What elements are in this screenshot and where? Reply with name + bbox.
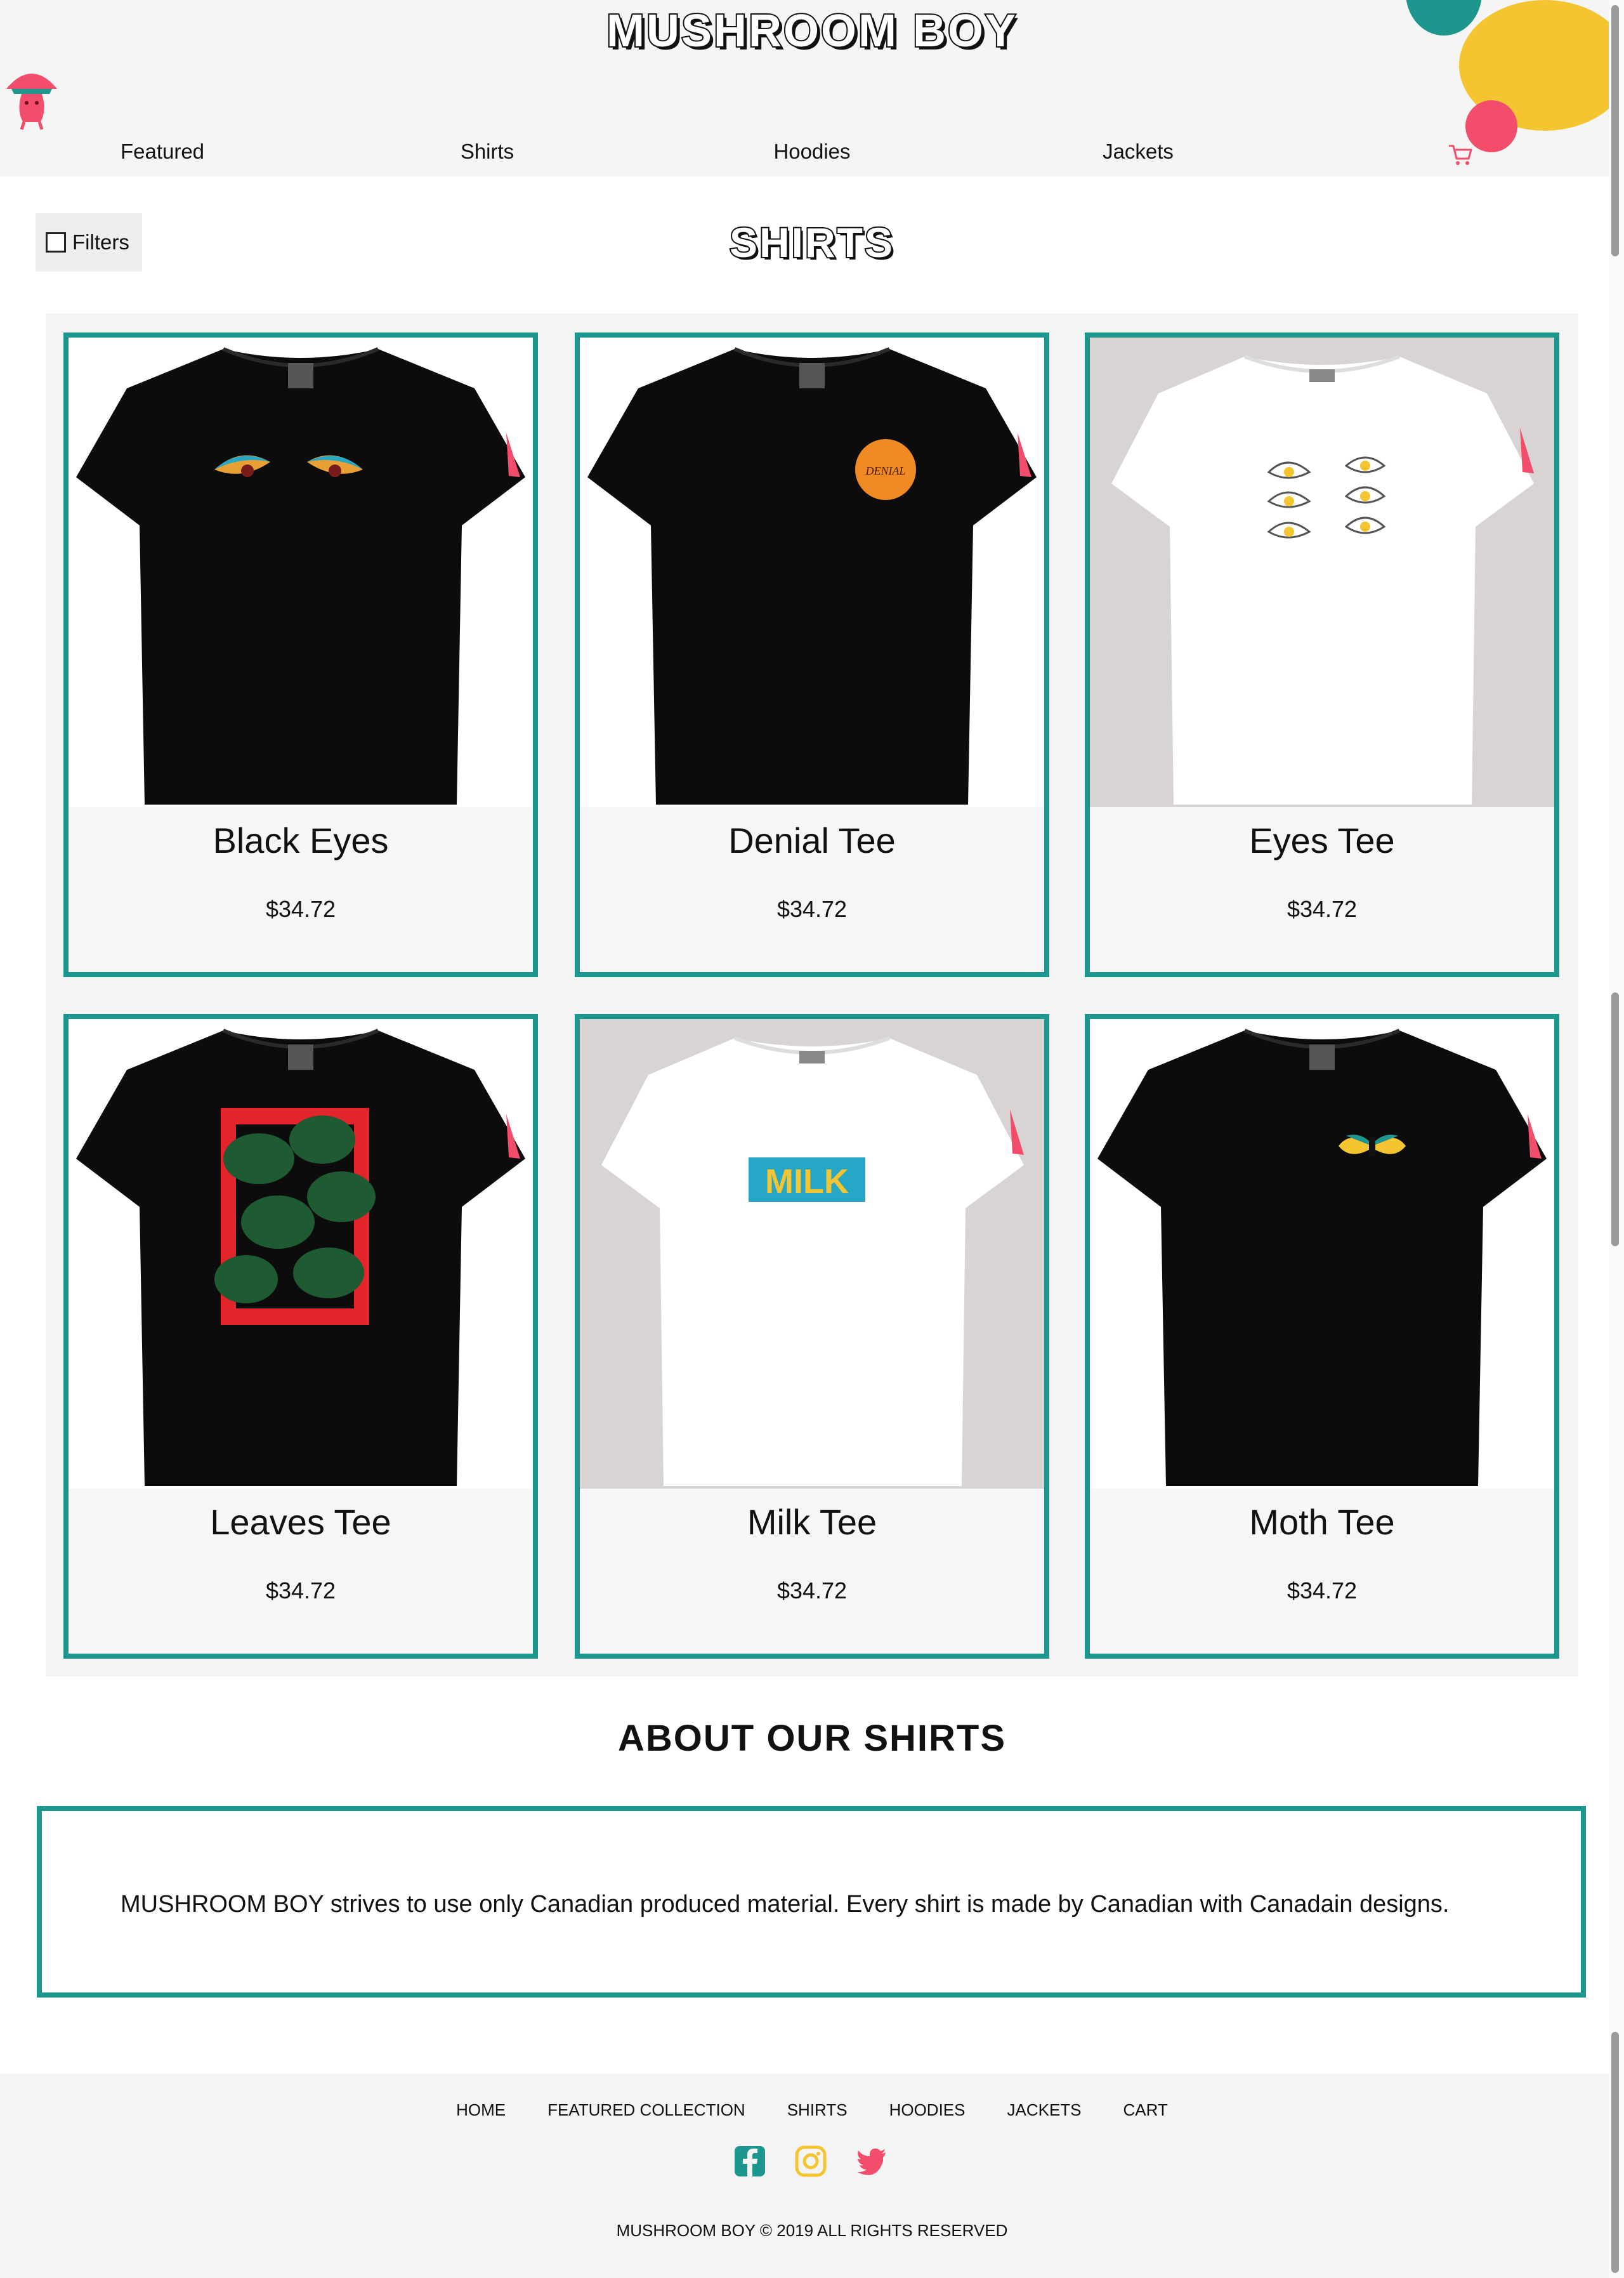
nav-shirts[interactable]: Shirts xyxy=(429,140,546,168)
scrollbar-thumb[interactable] xyxy=(1611,2032,1619,2273)
product-card[interactable]: Leaves Tee $34.72 xyxy=(63,1014,538,1659)
product-price: $34.72 xyxy=(776,1577,848,1603)
instagram-icon[interactable] xyxy=(794,2145,827,2178)
product-price: $34.72 xyxy=(265,896,336,922)
product-card[interactable]: Black Eyes $34.72 xyxy=(63,332,538,977)
tshirt-milk-image: MILK xyxy=(601,1036,1024,1486)
twitter-icon[interactable] xyxy=(855,2145,888,2178)
footer-link-shirts[interactable]: SHIRTS xyxy=(787,2100,848,2120)
about-text: MUSHROOM BOY strives to use only Canadia… xyxy=(121,1891,1450,1918)
about-panel: MUSHROOM BOY strives to use only Canadia… xyxy=(37,1806,1586,1998)
product-name[interactable]: Denial Tee xyxy=(580,820,1044,861)
product-price: $34.72 xyxy=(1287,1577,1358,1603)
milk-box-text: MILK xyxy=(765,1162,849,1201)
product-name[interactable]: Leaves Tee xyxy=(69,1501,533,1543)
copyright-text: MUSHROOM BOY © 2019 ALL RIGHTS RESERVED xyxy=(616,2221,1008,2240)
footer-link-home[interactable]: HOME xyxy=(456,2100,506,2120)
mushroom-logo-icon[interactable] xyxy=(3,61,61,131)
footer-link-jackets[interactable]: JACKETS xyxy=(1007,2100,1082,2120)
site-header: MUSHROOM BOY Featured Shirts Hoodies Jac… xyxy=(0,0,1624,176)
product-name[interactable]: Black Eyes xyxy=(69,820,533,861)
product-price: $34.72 xyxy=(776,896,848,922)
nav-hoodies[interactable]: Hoodies xyxy=(747,140,877,168)
page-title: SHIRTS xyxy=(728,218,895,267)
product-image[interactable] xyxy=(1090,1019,1554,1489)
nav-jackets[interactable]: Jackets xyxy=(1075,140,1202,168)
product-card[interactable]: Moth Tee $34.72 xyxy=(1085,1014,1559,1659)
product-image[interactable] xyxy=(69,1019,533,1489)
product-image[interactable]: MILK xyxy=(580,1019,1044,1489)
product-name[interactable]: Milk Tee xyxy=(580,1501,1044,1543)
scrollbar-thumb[interactable] xyxy=(1611,992,1619,1246)
scrollbar-thumb[interactable] xyxy=(1611,5,1619,256)
footer-link-hoodies[interactable]: HOODIES xyxy=(889,2100,966,2120)
tshirt-moth-image xyxy=(1097,1029,1547,1486)
footer-link-featured-collection[interactable]: FEATURED COLLECTION xyxy=(547,2100,745,2120)
tshirt-leaves-image xyxy=(76,1029,525,1486)
product-card[interactable]: DENIAL Denial Tee $34.72 xyxy=(575,332,1049,977)
product-image[interactable] xyxy=(69,338,533,807)
footer-nav: HOME FEATURED COLLECTION SHIRTS HOODIES … xyxy=(0,2100,1624,2120)
product-price: $34.72 xyxy=(265,1577,336,1603)
tshirt-eyes-image xyxy=(1111,355,1534,805)
product-price: $34.72 xyxy=(1287,896,1358,922)
about-title: ABOUT OUR SHIRTS xyxy=(618,1718,1006,1759)
product-name[interactable]: Moth Tee xyxy=(1090,1501,1554,1543)
footer-link-cart[interactable]: CART xyxy=(1123,2100,1168,2120)
tshirt-black-eyes-image xyxy=(76,347,525,805)
product-image[interactable] xyxy=(1090,338,1554,807)
shopping-cart-icon[interactable] xyxy=(1448,143,1473,166)
denial-badge-text: DENIAL xyxy=(865,464,906,477)
nav-featured[interactable]: Featured xyxy=(95,140,230,168)
tshirt-denial-image: DENIAL xyxy=(587,347,1037,805)
product-image[interactable]: DENIAL xyxy=(580,338,1044,807)
product-card[interactable]: MILK Milk Tee $34.72 xyxy=(575,1014,1049,1659)
brand-logo-text[interactable]: MUSHROOM BOY xyxy=(0,4,1624,58)
site-footer: HOME FEATURED COLLECTION SHIRTS HOODIES … xyxy=(0,2074,1624,2278)
decorative-pink-circle xyxy=(1465,100,1517,152)
product-name[interactable]: Eyes Tee xyxy=(1090,820,1554,861)
facebook-icon[interactable] xyxy=(733,2145,766,2178)
product-card[interactable]: Eyes Tee $34.72 xyxy=(1085,332,1559,977)
